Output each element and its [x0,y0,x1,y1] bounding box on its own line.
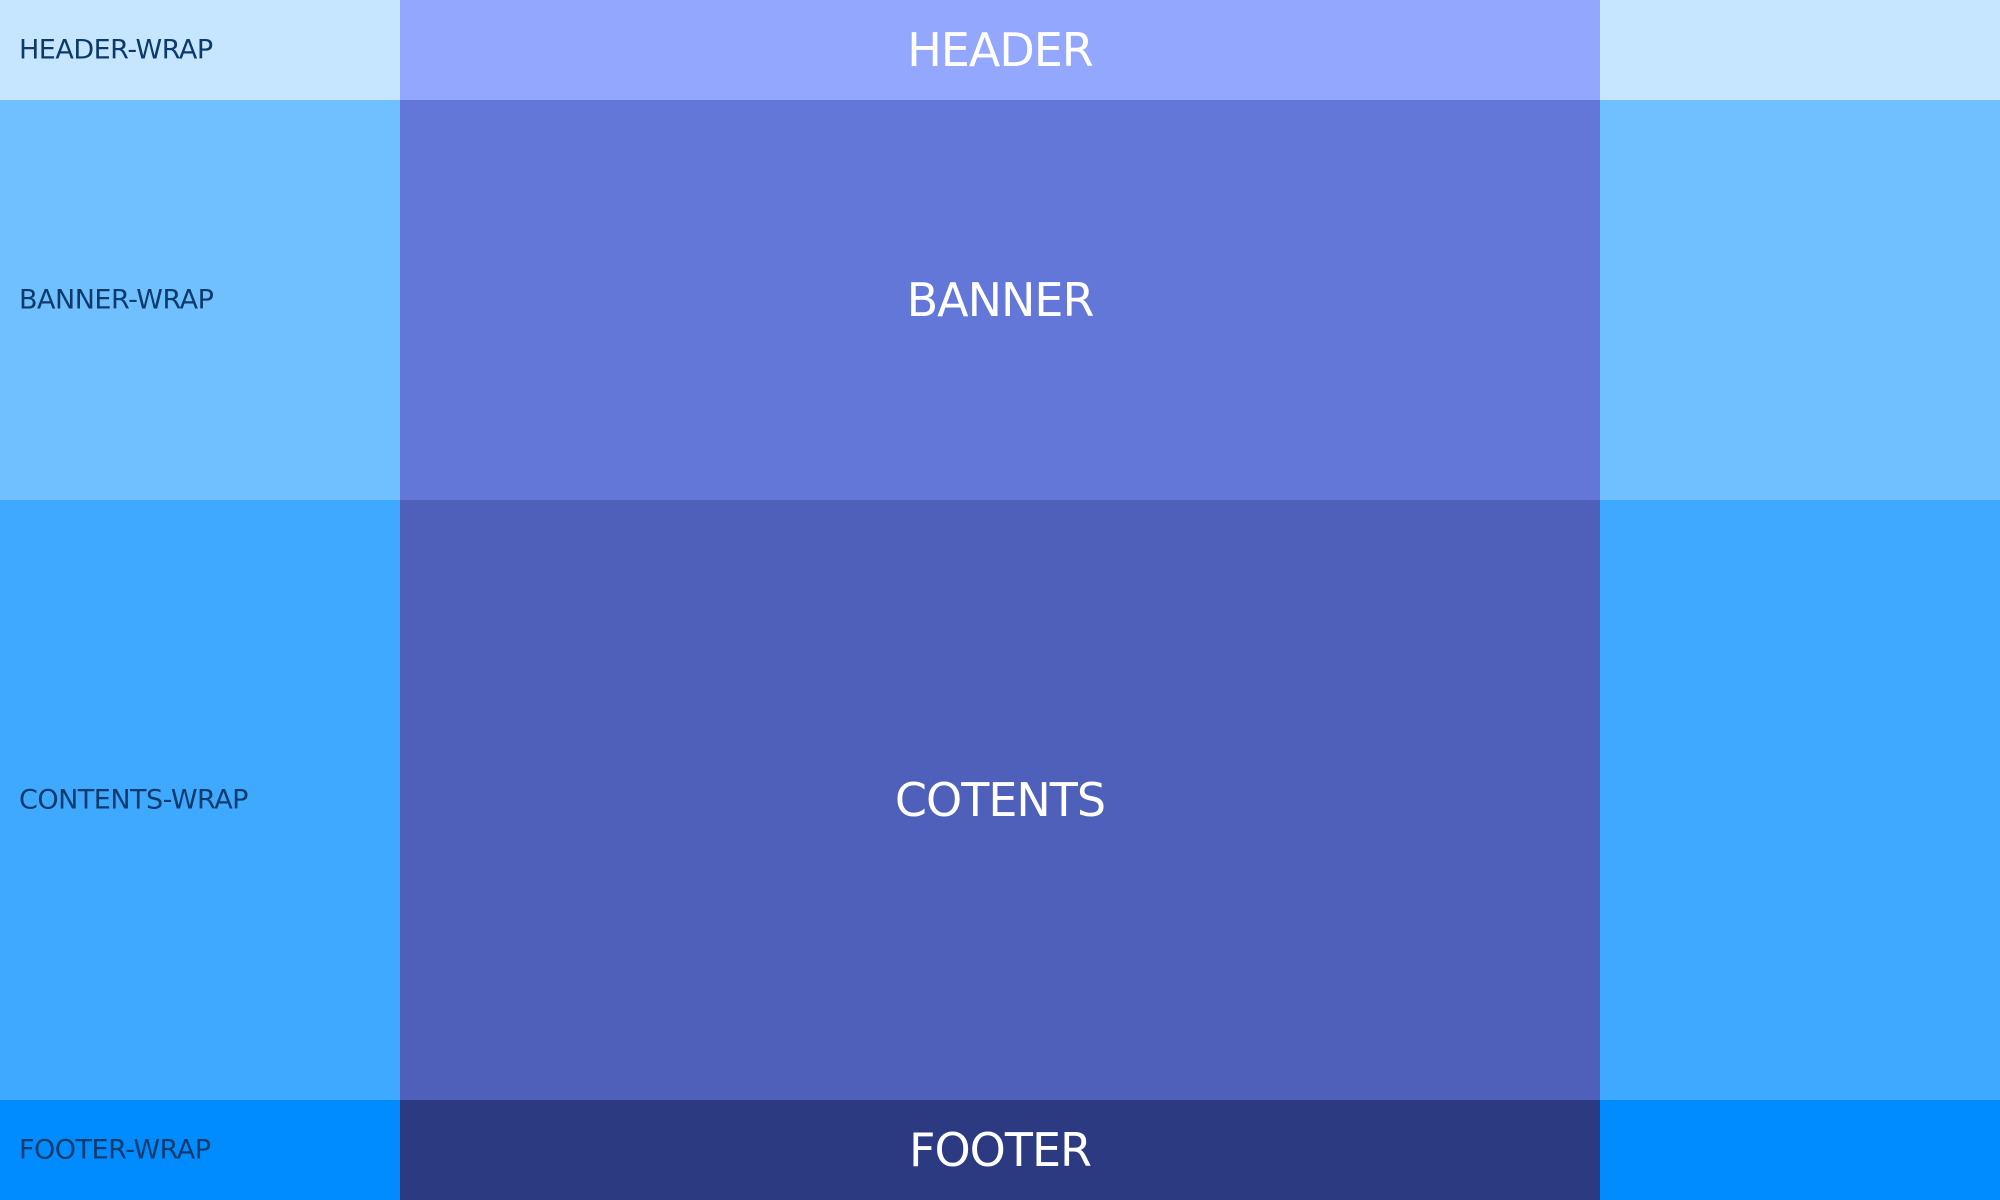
footer-wrap: FOOTER-WRAP FOOTER [0,1100,2000,1200]
header-wrap-label: HEADER-WRAP [19,34,213,66]
contents-wrap-label: CONTENTS-WRAP [19,784,248,816]
banner-wrap-label: BANNER-WRAP [19,284,214,316]
footer-block: FOOTER [400,1100,1600,1200]
contents-wrap: CONTENTS-WRAP COTENTS [0,500,2000,1100]
banner-label: BANNER [906,273,1095,327]
contents-label: COTENTS [894,773,1106,827]
header-block: HEADER [400,0,1600,100]
banner-wrap: BANNER-WRAP BANNER [0,100,2000,500]
footer-wrap-label: FOOTER-WRAP [19,1134,211,1166]
contents-block: COTENTS [400,500,1600,1100]
footer-label: FOOTER [909,1123,1092,1177]
banner-block: BANNER [400,100,1600,500]
header-label: HEADER [907,23,1094,77]
layout-diagram: HEADER-WRAP HEADER BANNER-WRAP BANNER CO… [0,0,2000,1200]
header-wrap: HEADER-WRAP HEADER [0,0,2000,100]
